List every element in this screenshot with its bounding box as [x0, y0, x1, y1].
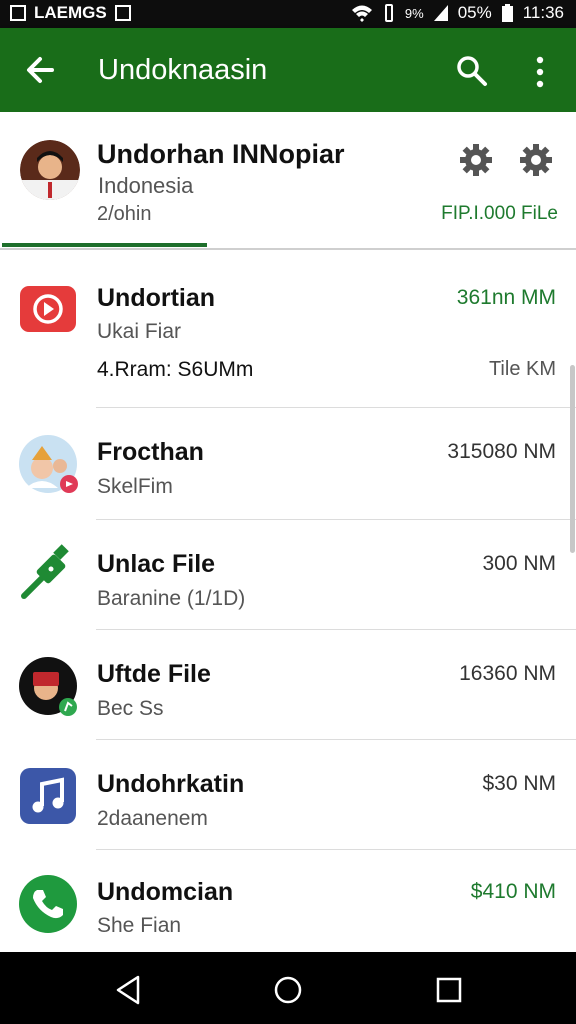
- item-name: Unlac File: [97, 550, 216, 578]
- profile-files: FIP.I.000 FiLe: [441, 203, 558, 224]
- list-item[interactable]: Undohrkatin 2daanenem $30 NM: [0, 740, 576, 850]
- tab-indicator: [2, 243, 207, 247]
- vibrate-icon: [384, 4, 393, 22]
- music-note-icon: [20, 768, 76, 824]
- usb-cable-icon: [21, 544, 69, 599]
- status-left-label: LAEMGS: [34, 3, 107, 22]
- status-bar: LAEMGS 9% 05% 11:36: [0, 0, 576, 28]
- item-name: Undortian: [97, 284, 216, 312]
- app-bar: Undoknaasin: [0, 28, 576, 112]
- item-subtitle: Bec Ss: [97, 697, 164, 720]
- profile-count: 2/ohin: [97, 203, 152, 225]
- home-nav-icon[interactable]: [270, 972, 306, 1008]
- battery-percent: 05%: [457, 3, 492, 22]
- list-item[interactable]: Undortian Ukai Fiar 4.Rram: S6UMm 361nn …: [0, 250, 576, 408]
- item-subtitle: Ukai Fiar: [97, 320, 182, 343]
- youtube-icon: [20, 286, 76, 332]
- list-item[interactable]: Undomcian She Fian $410 NM: [0, 850, 576, 952]
- app-title: Undoknaasin: [98, 54, 268, 86]
- item-subtitle: She Fian: [97, 914, 182, 937]
- notification-icon: [10, 5, 26, 21]
- item-name: Undomcian: [97, 878, 234, 906]
- recents-nav-icon[interactable]: [431, 972, 467, 1008]
- back-nav-icon[interactable]: [110, 972, 146, 1008]
- search-icon[interactable]: [455, 54, 489, 88]
- item-subtitle: Baranine (1/1D): [97, 587, 246, 610]
- item-size: 361nn MM: [456, 286, 556, 309]
- item-size: 16360 NM: [459, 662, 556, 685]
- item-size: 315080 NM: [447, 440, 556, 463]
- more-vert-icon[interactable]: [528, 54, 552, 90]
- item-size: $410 NM: [470, 880, 556, 903]
- phone-icon: [19, 875, 77, 933]
- profile-avatar: [20, 140, 80, 200]
- item-subtitle: SkelFim: [97, 475, 173, 498]
- profile-name: Undorhan INNopiar: [97, 139, 345, 169]
- item-name: Uftde File: [97, 660, 211, 688]
- settings-icon[interactable]: [518, 142, 554, 178]
- cell-signal-icon: [433, 5, 448, 21]
- profile-header: Undorhan INNopiar Indonesia 2/ohin FIP.I…: [0, 112, 576, 250]
- list-item[interactable]: Frocthan SkelFim 315080 NM: [0, 408, 576, 520]
- wifi-icon: [351, 5, 372, 22]
- signal-label: 9%: [404, 5, 424, 21]
- image-notification-icon: [114, 5, 131, 21]
- item-name: Frocthan: [97, 438, 204, 466]
- back-arrow-icon[interactable]: [22, 50, 58, 90]
- item-detail: 4.Rram: S6UMm: [97, 358, 254, 381]
- contact-avatar-icon: [19, 657, 77, 716]
- item-name: Undohrkatin: [97, 770, 245, 798]
- contact-avatar-icon: [19, 435, 78, 493]
- item-subtitle: 2daanenem: [97, 807, 208, 830]
- item-size: 300 NM: [482, 552, 556, 575]
- item-size: $30 NM: [482, 772, 556, 795]
- battery-icon: [501, 4, 513, 22]
- list-item[interactable]: Unlac File Baranine (1/1D) 300 NM: [0, 520, 576, 630]
- clock: 11:36: [522, 3, 564, 22]
- profile-country: Indonesia: [98, 173, 194, 198]
- gear-icon[interactable]: [458, 142, 494, 178]
- item-type: Tile KM: [488, 358, 556, 380]
- list-item[interactable]: Uftde File Bec Ss 16360 NM: [0, 630, 576, 740]
- navigation-bar: [0, 952, 576, 1024]
- scrollbar[interactable]: [570, 365, 575, 553]
